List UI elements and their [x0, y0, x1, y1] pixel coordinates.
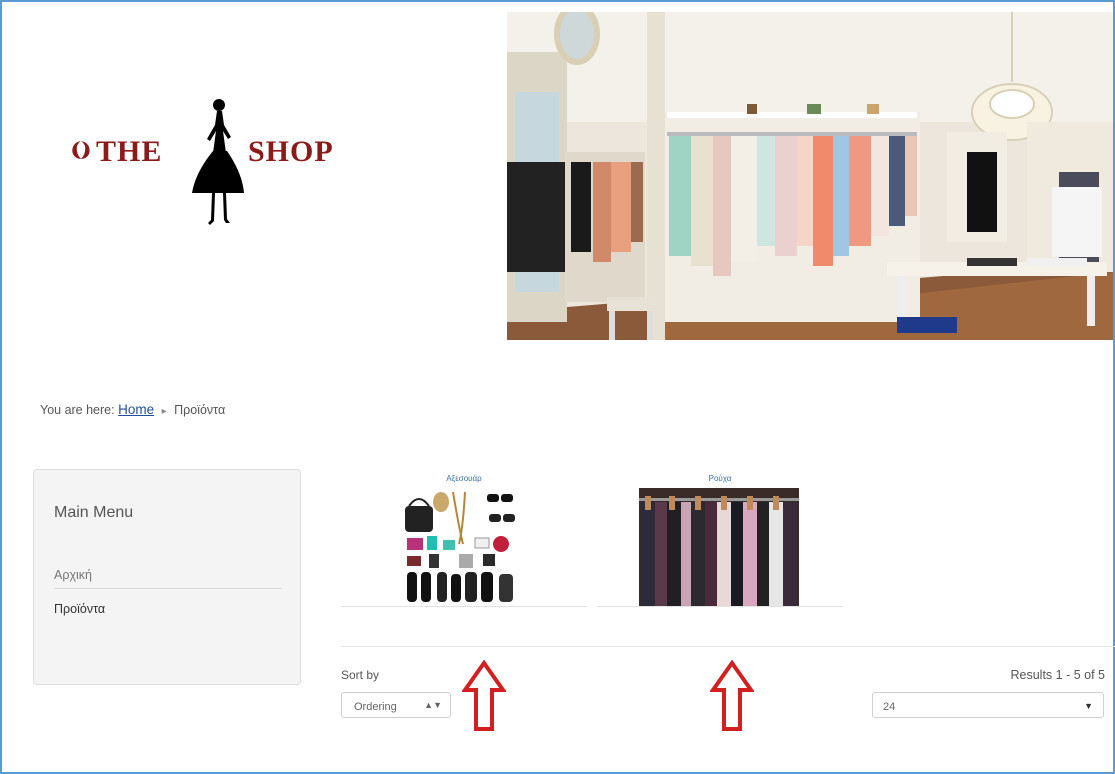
sidebar-item-products[interactable]: Προϊόντα [54, 602, 282, 622]
up-arrow-annotation-icon [462, 660, 506, 731]
sort-by-label: Sort by [341, 668, 380, 682]
logo-text-shop: SHOP [248, 135, 334, 168]
breadcrumb: You are here: Home ▸ Προϊόντα [40, 402, 225, 417]
category-title-link[interactable]: Ρούχα [597, 474, 843, 483]
breadcrumb-separator-icon: ▸ [161, 406, 167, 417]
sort-direction-icon: ▲▼ [424, 700, 442, 710]
results-limit-select[interactable]: 24 ▼ [872, 692, 1104, 718]
category-clothes[interactable]: Ρούχα [597, 474, 843, 607]
divider [341, 646, 1115, 647]
results-counter: Results 1 - 5 of 5 [1010, 668, 1106, 682]
sidebar-item-home[interactable]: Αρχική [54, 568, 282, 589]
category-accessories-image[interactable] [401, 488, 521, 606]
breadcrumb-current: Προϊόντα [174, 403, 226, 417]
up-arrow-annotation-icon [710, 660, 754, 731]
sort-by-value: Ordering [354, 701, 397, 713]
sort-by-select[interactable]: Ordering ▲▼ [341, 692, 451, 718]
logo-text-the: THE [96, 135, 163, 168]
breadcrumb-home-link[interactable]: Home [118, 402, 154, 417]
wreath-icon [72, 141, 90, 159]
sidebar-main-menu: Main Menu Αρχική Προϊόντα [33, 469, 301, 685]
hero-banner-image [507, 12, 1113, 340]
lady-silhouette-icon [192, 99, 244, 225]
category-clothes-image[interactable] [639, 488, 799, 606]
results-limit-value: 24 [883, 701, 896, 713]
category-title-link[interactable]: Αξεσουάρ [341, 474, 587, 483]
chevron-down-icon: ▼ [1084, 701, 1093, 711]
site-logo[interactable]: THE SHOP [68, 95, 348, 235]
category-accessories[interactable]: Αξεσουάρ [341, 474, 587, 607]
sidebar-title: Main Menu [54, 504, 134, 521]
breadcrumb-prefix: You are here: [40, 403, 115, 417]
